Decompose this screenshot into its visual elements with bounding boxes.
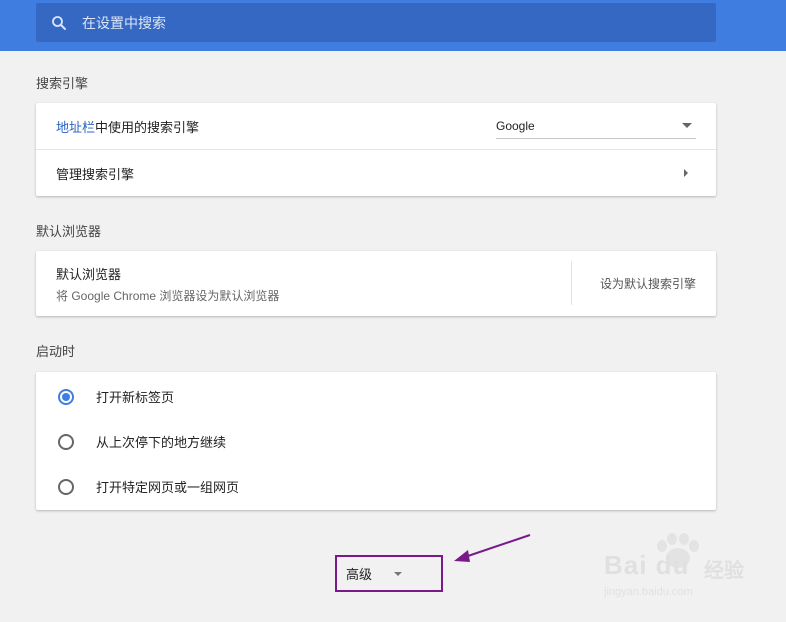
startup-option-label: 打开特定网页或一组网页 xyxy=(96,480,240,495)
default-browser-card: 默认浏览器 将 Google Chrome 浏览器设为默认浏览器 设为默认搜索引… xyxy=(36,251,716,316)
manage-search-engines-label: 管理搜索引擎 xyxy=(56,166,135,182)
radio-unchecked-icon[interactable] xyxy=(58,478,74,495)
set-default-button[interactable]: 设为默认搜索引擎 xyxy=(600,275,696,292)
search-engine-select[interactable]: Google xyxy=(496,113,696,139)
radio-unchecked-icon[interactable] xyxy=(58,433,74,450)
radio-checked-icon[interactable] xyxy=(58,388,74,405)
startup-option-new-tab[interactable]: 打开新标签页 xyxy=(36,374,716,419)
startup-option-continue[interactable]: 从上次停下的地方继续 xyxy=(36,419,716,464)
dropdown-caret-icon xyxy=(682,123,692,128)
startup-option-label: 从上次停下的地方继续 xyxy=(96,435,227,450)
search-box[interactable]: 在设置中搜索 xyxy=(36,3,716,42)
address-bar-link[interactable]: 地址栏 xyxy=(56,117,95,136)
advanced-label: 高级 xyxy=(346,567,373,582)
chevron-down-icon xyxy=(394,572,402,576)
startup-card: 打开新标签页 从上次停下的地方继续 打开特定网页或一组网页 xyxy=(36,372,716,510)
baidu-watermark: Bai du 经验 jingyan.baidu.com xyxy=(600,532,780,604)
section-title-default-browser: 默认浏览器 xyxy=(36,224,102,239)
chevron-right-icon xyxy=(684,169,688,177)
search-icon xyxy=(52,15,66,30)
search-engine-selected-value: Google xyxy=(496,118,535,133)
watermark-url: jingyan.baidu.com xyxy=(604,586,693,598)
startup-option-label: 打开新标签页 xyxy=(96,390,175,405)
watermark-brand: Bai du xyxy=(604,550,690,580)
address-bar-engine-label: 中使用的搜索引擎 xyxy=(95,119,200,135)
address-bar-engine-row: 地址栏 中使用的搜索引擎 Google xyxy=(36,103,716,149)
advanced-button[interactable]: 高级 xyxy=(335,555,443,592)
search-engine-card: 地址栏 中使用的搜索引擎 Google 管理搜索引擎 xyxy=(36,103,716,196)
vertical-divider xyxy=(571,261,572,305)
default-browser-subtext: 将 Google Chrome 浏览器设为默认浏览器 xyxy=(56,288,280,303)
startup-option-specific-pages[interactable]: 打开特定网页或一组网页 xyxy=(36,464,716,509)
top-bar: 在设置中搜索 xyxy=(0,0,786,51)
default-browser-heading: 默认浏览器 xyxy=(56,266,122,282)
manage-search-engines-row[interactable]: 管理搜索引擎 xyxy=(36,149,716,196)
search-input[interactable]: 在设置中搜索 xyxy=(82,13,166,33)
section-title-on-startup: 启动时 xyxy=(36,344,76,359)
watermark-cn: 经验 xyxy=(704,560,744,582)
annotation-arrow-icon xyxy=(454,534,531,562)
section-title-search-engine: 搜索引擎 xyxy=(36,76,89,91)
